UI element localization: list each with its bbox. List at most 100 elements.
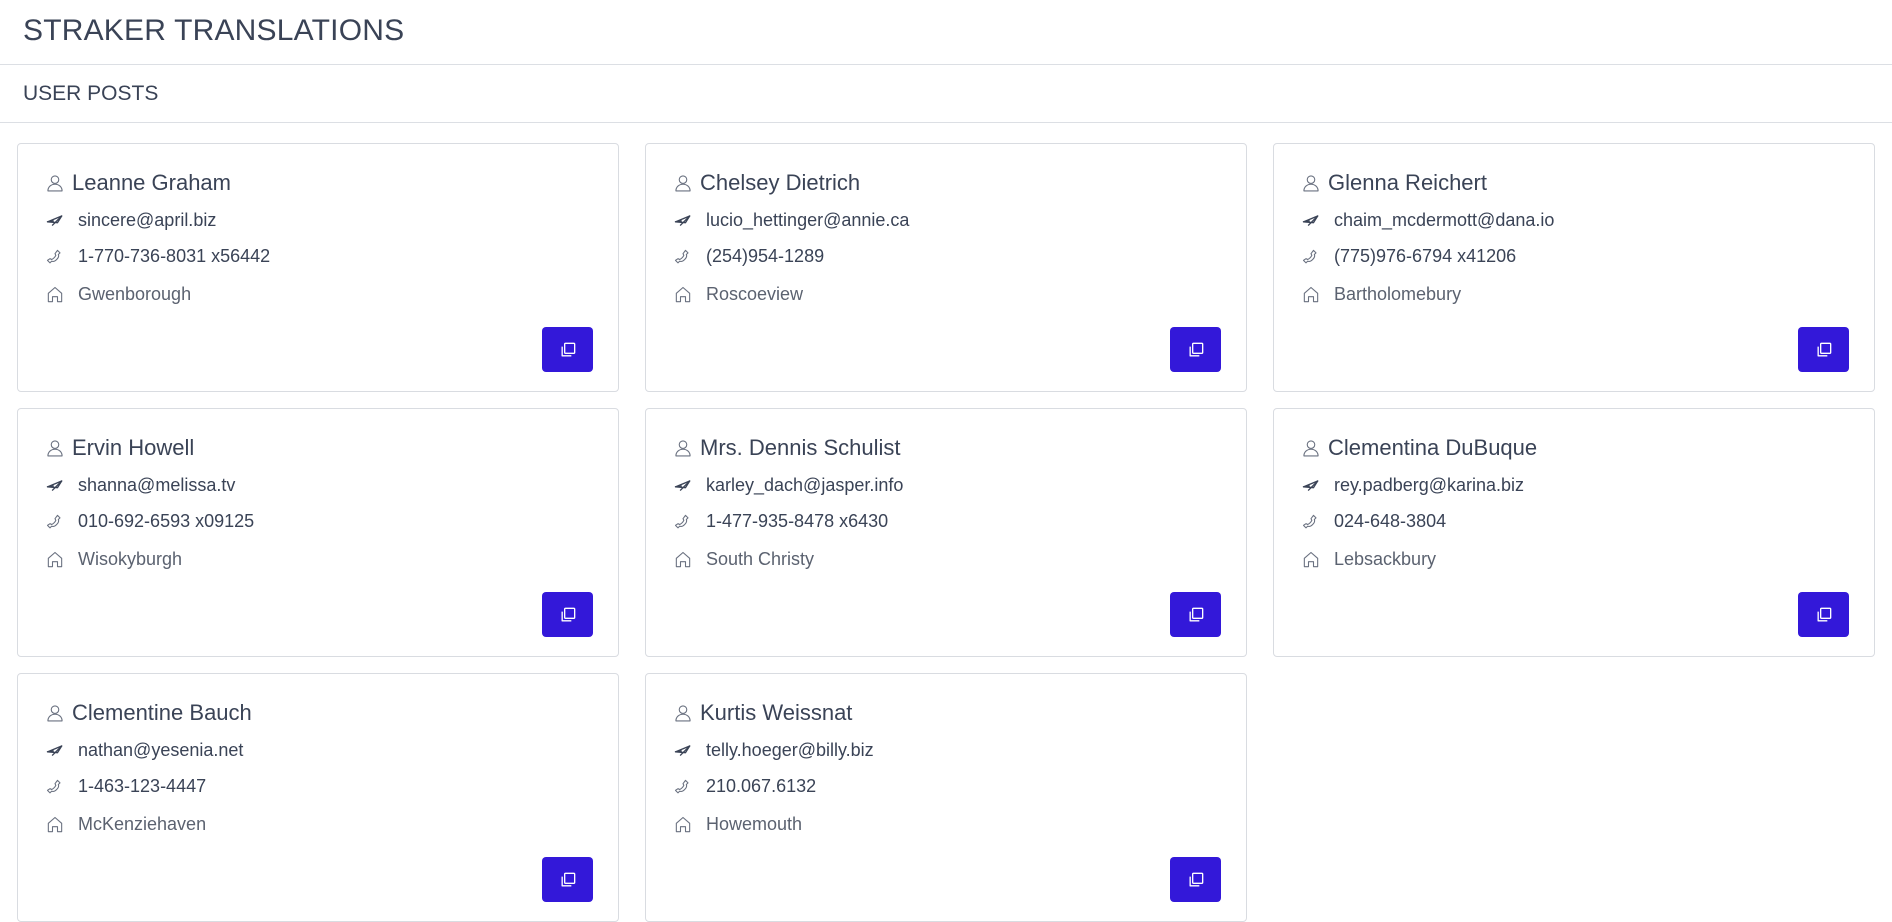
copy-icon xyxy=(558,605,578,625)
phone-icon xyxy=(673,247,693,267)
user-icon xyxy=(1301,173,1321,193)
user-name-row: Kurtis Weissnat xyxy=(673,700,852,726)
user-city: Roscoeview xyxy=(706,284,804,304)
user-email: shanna@melissa.tv xyxy=(78,475,236,495)
copy-button[interactable] xyxy=(542,592,593,637)
user-card: Leanne Graham sincere@april.biz 1-770-73… xyxy=(17,143,619,392)
home-icon xyxy=(673,550,693,570)
user-card: Chelsey Dietrich lucio_hettinger@annie.c… xyxy=(645,143,1247,392)
user-email: lucio_hettinger@annie.ca xyxy=(706,210,910,230)
email-row: lucio_hettinger@annie.ca xyxy=(673,210,909,231)
user-name-row: Clementine Bauch xyxy=(45,700,252,726)
user-icon xyxy=(45,703,65,723)
send-icon xyxy=(45,211,65,231)
user-name: Clementine Bauch xyxy=(72,700,252,725)
copy-icon xyxy=(1814,340,1834,360)
copy-icon xyxy=(558,870,578,890)
user-city: Lebsackbury xyxy=(1334,549,1437,569)
copy-button[interactable] xyxy=(1170,327,1221,372)
user-icon xyxy=(673,173,693,193)
city-row: Bartholomebury xyxy=(1301,284,1461,305)
user-email: telly.hoeger@billy.biz xyxy=(706,740,874,760)
home-icon xyxy=(1301,285,1321,305)
user-icon xyxy=(673,703,693,723)
copy-button[interactable] xyxy=(1798,592,1849,637)
user-city: South Christy xyxy=(706,549,815,569)
user-name: Clementina DuBuque xyxy=(1328,435,1538,460)
user-name: Leanne Graham xyxy=(72,170,231,195)
user-name: Mrs. Dennis Schulist xyxy=(700,435,901,460)
app-header: STRAKER TRANSLATIONS xyxy=(0,0,1892,65)
email-row: karley_dach@jasper.info xyxy=(673,475,903,496)
phone-icon xyxy=(673,512,693,532)
user-email: nathan@yesenia.net xyxy=(78,740,244,760)
user-phone: 1-477-935-8478 x6430 xyxy=(706,511,889,531)
user-city: McKenziehaven xyxy=(78,814,207,834)
user-icon xyxy=(45,173,65,193)
email-row: telly.hoeger@billy.biz xyxy=(673,740,874,761)
user-card: Mrs. Dennis Schulist karley_dach@jasper.… xyxy=(645,408,1247,657)
user-city: Howemouth xyxy=(706,814,803,834)
section-title: USER POSTS xyxy=(23,81,159,105)
copy-button[interactable] xyxy=(1170,592,1221,637)
user-card: Clementina DuBuque rey.padberg@karina.bi… xyxy=(1273,408,1875,657)
user-card: Ervin Howell shanna@melissa.tv 010-692-6… xyxy=(17,408,619,657)
user-name-row: Glenna Reichert xyxy=(1301,170,1487,196)
user-phone: (775)976-6794 x41206 xyxy=(1334,246,1517,266)
city-row: Gwenborough xyxy=(45,284,191,305)
email-row: rey.padberg@karina.biz xyxy=(1301,475,1524,496)
copy-button[interactable] xyxy=(542,327,593,372)
user-card: Kurtis Weissnat telly.hoeger@billy.biz 2… xyxy=(645,673,1247,922)
user-phone: 210.067.6132 xyxy=(706,776,817,796)
phone-icon xyxy=(673,777,693,797)
user-card-grid: Leanne Graham sincere@april.biz 1-770-73… xyxy=(17,143,1875,922)
email-row: nathan@yesenia.net xyxy=(45,740,243,761)
user-email: karley_dach@jasper.info xyxy=(706,475,904,495)
email-row: sincere@april.biz xyxy=(45,210,216,231)
send-icon xyxy=(673,211,693,231)
user-city: Bartholomebury xyxy=(1334,284,1462,304)
user-card: Glenna Reichert chaim_mcdermott@dana.io … xyxy=(1273,143,1875,392)
user-email: rey.padberg@karina.biz xyxy=(1334,475,1525,495)
copy-icon xyxy=(1814,605,1834,625)
user-name-row: Mrs. Dennis Schulist xyxy=(673,435,901,461)
city-row: McKenziehaven xyxy=(45,814,206,835)
copy-button[interactable] xyxy=(1798,327,1849,372)
user-card: Clementine Bauch nathan@yesenia.net 1-46… xyxy=(17,673,619,922)
copy-button[interactable] xyxy=(1170,857,1221,902)
user-city: Gwenborough xyxy=(78,284,192,304)
app-title: STRAKER TRANSLATIONS xyxy=(23,14,405,47)
city-row: Wisokyburgh xyxy=(45,549,182,570)
phone-row: (775)976-6794 x41206 xyxy=(1301,246,1516,267)
user-name-row: Leanne Graham xyxy=(45,170,231,196)
phone-icon xyxy=(1301,247,1321,267)
user-name: Kurtis Weissnat xyxy=(700,700,853,725)
copy-button[interactable] xyxy=(542,857,593,902)
user-city: Wisokyburgh xyxy=(78,549,183,569)
user-email: sincere@april.biz xyxy=(78,210,217,230)
phone-icon xyxy=(45,512,65,532)
home-icon xyxy=(45,285,65,305)
user-name-row: Chelsey Dietrich xyxy=(673,170,860,196)
phone-icon xyxy=(1301,512,1321,532)
city-row: Howemouth xyxy=(673,814,802,835)
user-name: Chelsey Dietrich xyxy=(700,170,861,195)
phone-row: 210.067.6132 xyxy=(673,776,816,797)
section-header: USER POSTS xyxy=(0,65,1892,123)
user-icon xyxy=(1301,438,1321,458)
phone-icon xyxy=(45,777,65,797)
phone-row: 024-648-3804 xyxy=(1301,511,1446,532)
phone-icon xyxy=(45,247,65,267)
copy-icon xyxy=(1186,870,1206,890)
send-icon xyxy=(673,476,693,496)
home-icon xyxy=(673,285,693,305)
user-email: chaim_mcdermott@dana.io xyxy=(1334,210,1555,230)
phone-row: 1-477-935-8478 x6430 xyxy=(673,511,888,532)
home-icon xyxy=(45,815,65,835)
user-phone: (254)954-1289 xyxy=(706,246,825,266)
send-icon xyxy=(1301,211,1321,231)
user-name-row: Clementina DuBuque xyxy=(1301,435,1537,461)
user-icon xyxy=(673,438,693,458)
user-phone: 024-648-3804 xyxy=(1334,511,1447,531)
send-icon xyxy=(45,476,65,496)
